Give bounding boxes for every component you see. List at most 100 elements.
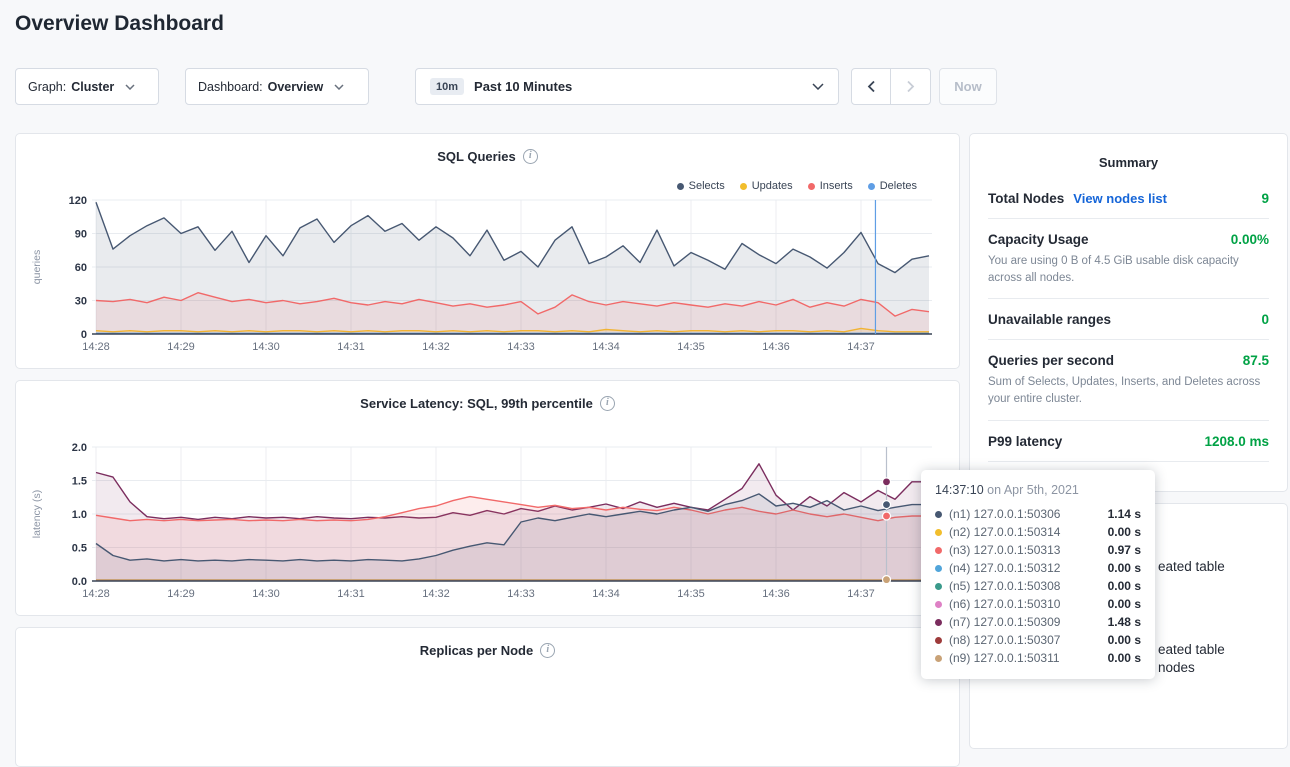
view-nodes-list-link[interactable]: View nodes list xyxy=(1073,191,1167,206)
capacity-usage-label: Capacity Usage xyxy=(988,232,1089,247)
service-latency-title: Service Latency: SQL, 99th percentile xyxy=(360,396,593,411)
time-nav-group xyxy=(851,68,931,105)
tooltip-row: (n4) 127.0.0.1:503120.00 s xyxy=(935,559,1141,577)
chevron-down-icon xyxy=(125,84,135,90)
node-color-dot-icon xyxy=(935,529,942,536)
node-color-dot-icon xyxy=(935,655,942,662)
info-icon[interactable]: i xyxy=(540,643,555,658)
tooltip-node-value: 1.48 s xyxy=(1108,615,1141,629)
tooltip-rows: (n1) 127.0.0.1:50306 1.14 s (n2) 127.0.0.1… xyxy=(935,505,1141,667)
time-range-dropdown[interactable]: 10m Past 10 Minutes xyxy=(415,68,839,105)
summary-title: Summary xyxy=(970,134,1287,178)
node-color-dot-icon xyxy=(935,511,942,518)
svg-text:14:33: 14:33 xyxy=(507,588,535,600)
qps-label: Queries per second xyxy=(988,353,1114,368)
svg-text:14:35: 14:35 xyxy=(677,588,705,600)
tooltip-node-value: 0.00 s xyxy=(1108,633,1141,647)
tooltip-node-address: (n5) 127.0.0.1:50308 xyxy=(949,579,1060,593)
qps-description: Sum of Selects, Updates, Inserts, and De… xyxy=(988,374,1269,420)
tooltip-node-address: (n6) 127.0.0.1:50310 xyxy=(949,597,1060,611)
tooltip-row: (n2) 127.0.0.1:50314 0.00 s xyxy=(935,523,1141,541)
info-icon[interactable]: i xyxy=(600,396,615,411)
time-range-badge: 10m xyxy=(430,78,464,95)
svg-text:14:37: 14:37 xyxy=(847,341,875,353)
summary-row-p99-latency: P99 latency 1208.0 ms xyxy=(988,421,1269,462)
total-nodes-value: 9 xyxy=(1261,191,1269,206)
total-nodes-label: Total Nodes xyxy=(988,191,1064,206)
info-icon[interactable]: i xyxy=(523,149,538,164)
node-color-dot-icon xyxy=(935,619,942,626)
capacity-usage-value: 0.00% xyxy=(1231,232,1269,247)
tooltip-row: (n8) 127.0.0.1:503070.00 s xyxy=(935,631,1141,649)
graph-dropdown-label: Graph: xyxy=(28,80,66,94)
p99-latency-label: P99 latency xyxy=(988,434,1062,449)
tooltip-node-address: (n3) 127.0.0.1:50313 xyxy=(949,543,1060,557)
svg-text:60: 60 xyxy=(75,262,87,274)
time-prev-button[interactable] xyxy=(851,68,891,105)
tooltip-node-value: 1.14 s xyxy=(1108,507,1141,521)
svg-text:1.0: 1.0 xyxy=(72,509,87,521)
summary-panel: Summary Total Nodes View nodes list 9 Ca… xyxy=(969,133,1288,492)
service-latency-chart[interactable]: 0.00.51.01.52.014:2814:2914:3014:3114:32… xyxy=(16,436,961,606)
tooltip-node-address: (n2) 127.0.0.1:50314 xyxy=(949,525,1060,539)
tooltip-node-value: 0.00 s xyxy=(1108,651,1141,665)
node-color-dot-icon xyxy=(935,565,942,572)
node-color-dot-icon xyxy=(935,601,942,608)
graph-dropdown[interactable]: Graph: Cluster xyxy=(15,68,159,105)
svg-text:1.5: 1.5 xyxy=(72,476,87,488)
svg-text:14:35: 14:35 xyxy=(677,341,705,353)
event-text-fragment[interactable]: nodes xyxy=(1158,660,1195,675)
tooltip-node-address: (n1) 127.0.0.1:50306 xyxy=(949,507,1060,521)
sql-queries-title: SQL Queries xyxy=(437,149,516,164)
chart-hover-tooltip: 14:37:10 on Apr 5th, 2021 (n1) 127.0.0.1… xyxy=(921,470,1155,679)
tooltip-row: (n9) 127.0.0.1:50311 0.00 s xyxy=(935,649,1141,667)
replicas-per-node-panel: Replicas per Node i xyxy=(15,627,960,767)
chevron-down-icon xyxy=(812,83,824,90)
svg-text:14:29: 14:29 xyxy=(167,588,195,600)
tooltip-row: (n1) 127.0.0.1:50306 1.14 s xyxy=(935,505,1141,523)
dashboard-dropdown-label: Dashboard: xyxy=(198,80,263,94)
chevron-down-icon xyxy=(334,84,344,90)
svg-text:14:32: 14:32 xyxy=(422,588,450,600)
svg-text:2.0: 2.0 xyxy=(72,442,87,454)
sql-queries-panel: SQL Queries i SelectsUpdatesInsertsDelet… xyxy=(15,133,960,369)
svg-text:30: 30 xyxy=(75,296,87,308)
svg-text:14:34: 14:34 xyxy=(592,588,620,600)
unavailable-ranges-label: Unavailable ranges xyxy=(988,312,1111,327)
graph-dropdown-value: Cluster xyxy=(71,80,114,94)
svg-text:14:29: 14:29 xyxy=(167,341,195,353)
sql-queries-chart[interactable]: 030609012014:2814:2914:3014:3114:3214:33… xyxy=(16,189,961,359)
svg-text:14:31: 14:31 xyxy=(337,341,365,353)
svg-text:14:31: 14:31 xyxy=(337,588,365,600)
tooltip-node-address: (n7) 127.0.0.1:50309 xyxy=(949,615,1060,629)
service-latency-panel: Service Latency: SQL, 99th percentile i … xyxy=(15,380,960,616)
tooltip-node-value: 0.00 s xyxy=(1108,579,1141,593)
svg-text:14:36: 14:36 xyxy=(762,588,790,600)
event-text-fragment[interactable]: eated table xyxy=(1158,642,1225,657)
chevron-right-icon xyxy=(906,80,915,93)
node-color-dot-icon xyxy=(935,637,942,644)
now-button-disabled[interactable]: Now xyxy=(939,68,997,105)
dashboard-dropdown[interactable]: Dashboard: Overview xyxy=(185,68,369,105)
tooltip-node-value: 0.00 s xyxy=(1108,525,1141,539)
svg-text:14:36: 14:36 xyxy=(762,341,790,353)
svg-text:latency (s): latency (s) xyxy=(31,490,43,538)
event-text-fragment[interactable]: eated table xyxy=(1158,559,1225,574)
svg-text:0: 0 xyxy=(81,329,87,341)
svg-text:0.0: 0.0 xyxy=(72,576,87,588)
svg-text:14:34: 14:34 xyxy=(592,341,620,353)
tooltip-row: (n3) 127.0.0.1:503130.97 s xyxy=(935,541,1141,559)
time-next-button-disabled[interactable] xyxy=(891,68,931,105)
time-range-value: Past 10 Minutes xyxy=(474,79,572,94)
p99-latency-value: 1208.0 ms xyxy=(1204,434,1269,449)
overview-dashboard-page: Overview Dashboard Graph: Cluster Dashbo… xyxy=(0,0,1290,689)
qps-value: 87.5 xyxy=(1243,353,1269,368)
svg-text:14:33: 14:33 xyxy=(507,341,535,353)
tooltip-node-address: (n9) 127.0.0.1:50311 xyxy=(949,651,1060,665)
tooltip-node-value: 0.00 s xyxy=(1108,561,1141,575)
tooltip-timestamp: 14:37:10 on Apr 5th, 2021 xyxy=(935,483,1141,497)
svg-text:14:37: 14:37 xyxy=(847,588,875,600)
dashboard-dropdown-value: Overview xyxy=(268,80,324,94)
capacity-usage-description: You are using 0 B of 4.5 GiB usable disk… xyxy=(988,253,1269,299)
node-color-dot-icon xyxy=(935,583,942,590)
